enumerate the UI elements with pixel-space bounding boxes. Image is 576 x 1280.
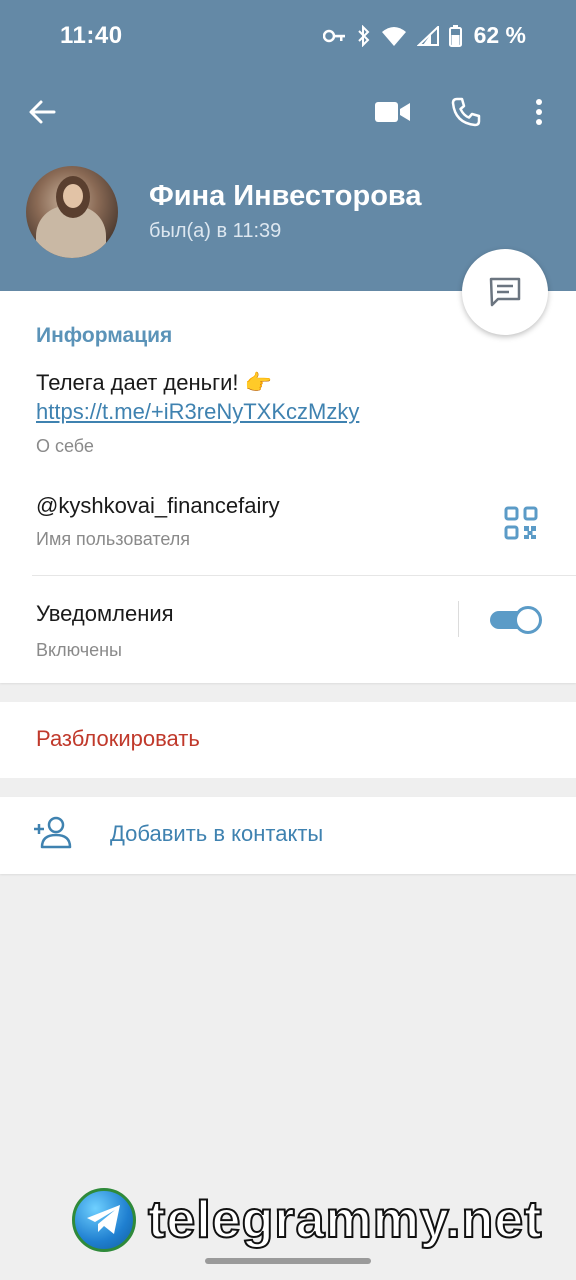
section-title: Информация <box>36 324 173 347</box>
send-message-button[interactable] <box>462 249 548 335</box>
battery-icon <box>448 24 462 47</box>
username[interactable]: @kyshkovai_financefairy <box>36 493 280 519</box>
add-contact-label: Добавить в контакты <box>110 821 324 846</box>
telegram-logo-icon <box>72 1188 136 1252</box>
add-user-icon <box>32 815 72 851</box>
notifications-toggle[interactable] <box>490 606 542 634</box>
status-time: 11:40 <box>60 22 123 49</box>
profile-name: Фина Инвесторова <box>149 180 422 212</box>
key-icon <box>322 28 347 44</box>
watermark: telegrammy.net <box>72 1188 543 1252</box>
watermark-text: telegrammy.net <box>147 1190 543 1250</box>
add-contact-button[interactable]: Добавить в контакты <box>0 797 576 874</box>
separator <box>458 601 459 637</box>
last-seen-status: был(а) в 11:39 <box>149 220 282 242</box>
bluetooth-icon <box>357 24 371 47</box>
home-indicator[interactable] <box>205 1258 371 1264</box>
about-text: Телега дает деньги! 👉 <box>36 370 273 395</box>
signal-icon <box>416 25 439 46</box>
notifications-row[interactable]: Уведомления Включены <box>0 576 576 683</box>
call-button[interactable] <box>442 88 490 136</box>
unblock-section: Разблокировать <box>0 702 576 778</box>
status-bar: 11:40 62 % <box>0 0 576 72</box>
notifications-status: Включены <box>36 640 122 660</box>
about-link[interactable]: https://t.me/+iR3reNyTXKczMzky <box>36 399 359 425</box>
toggle-knob <box>514 606 542 634</box>
video-call-icon <box>375 102 410 122</box>
about-label: О себе <box>36 436 94 456</box>
info-section: Информация Телега дает деньги! 👉 https:/… <box>0 291 576 683</box>
back-arrow-icon <box>29 100 56 124</box>
username-label: Имя пользователя <box>36 529 191 549</box>
message-icon <box>489 277 521 307</box>
status-icons: 62 % <box>322 22 526 49</box>
wifi-icon <box>381 26 407 46</box>
avatar[interactable] <box>26 166 118 258</box>
battery-percent: 62 % <box>473 22 526 48</box>
more-vertical-icon <box>536 99 542 125</box>
notifications-title: Уведомления <box>36 601 174 626</box>
back-button[interactable] <box>18 88 66 136</box>
unblock-button[interactable]: Разблокировать <box>36 726 200 752</box>
more-options-button[interactable] <box>515 88 563 136</box>
profile-header: 11:40 62 % Фина Инвесторова был(а) в 11:… <box>0 0 576 291</box>
phone-icon <box>451 97 481 127</box>
video-call-button[interactable] <box>369 88 417 136</box>
qr-code-icon[interactable] <box>503 505 539 541</box>
